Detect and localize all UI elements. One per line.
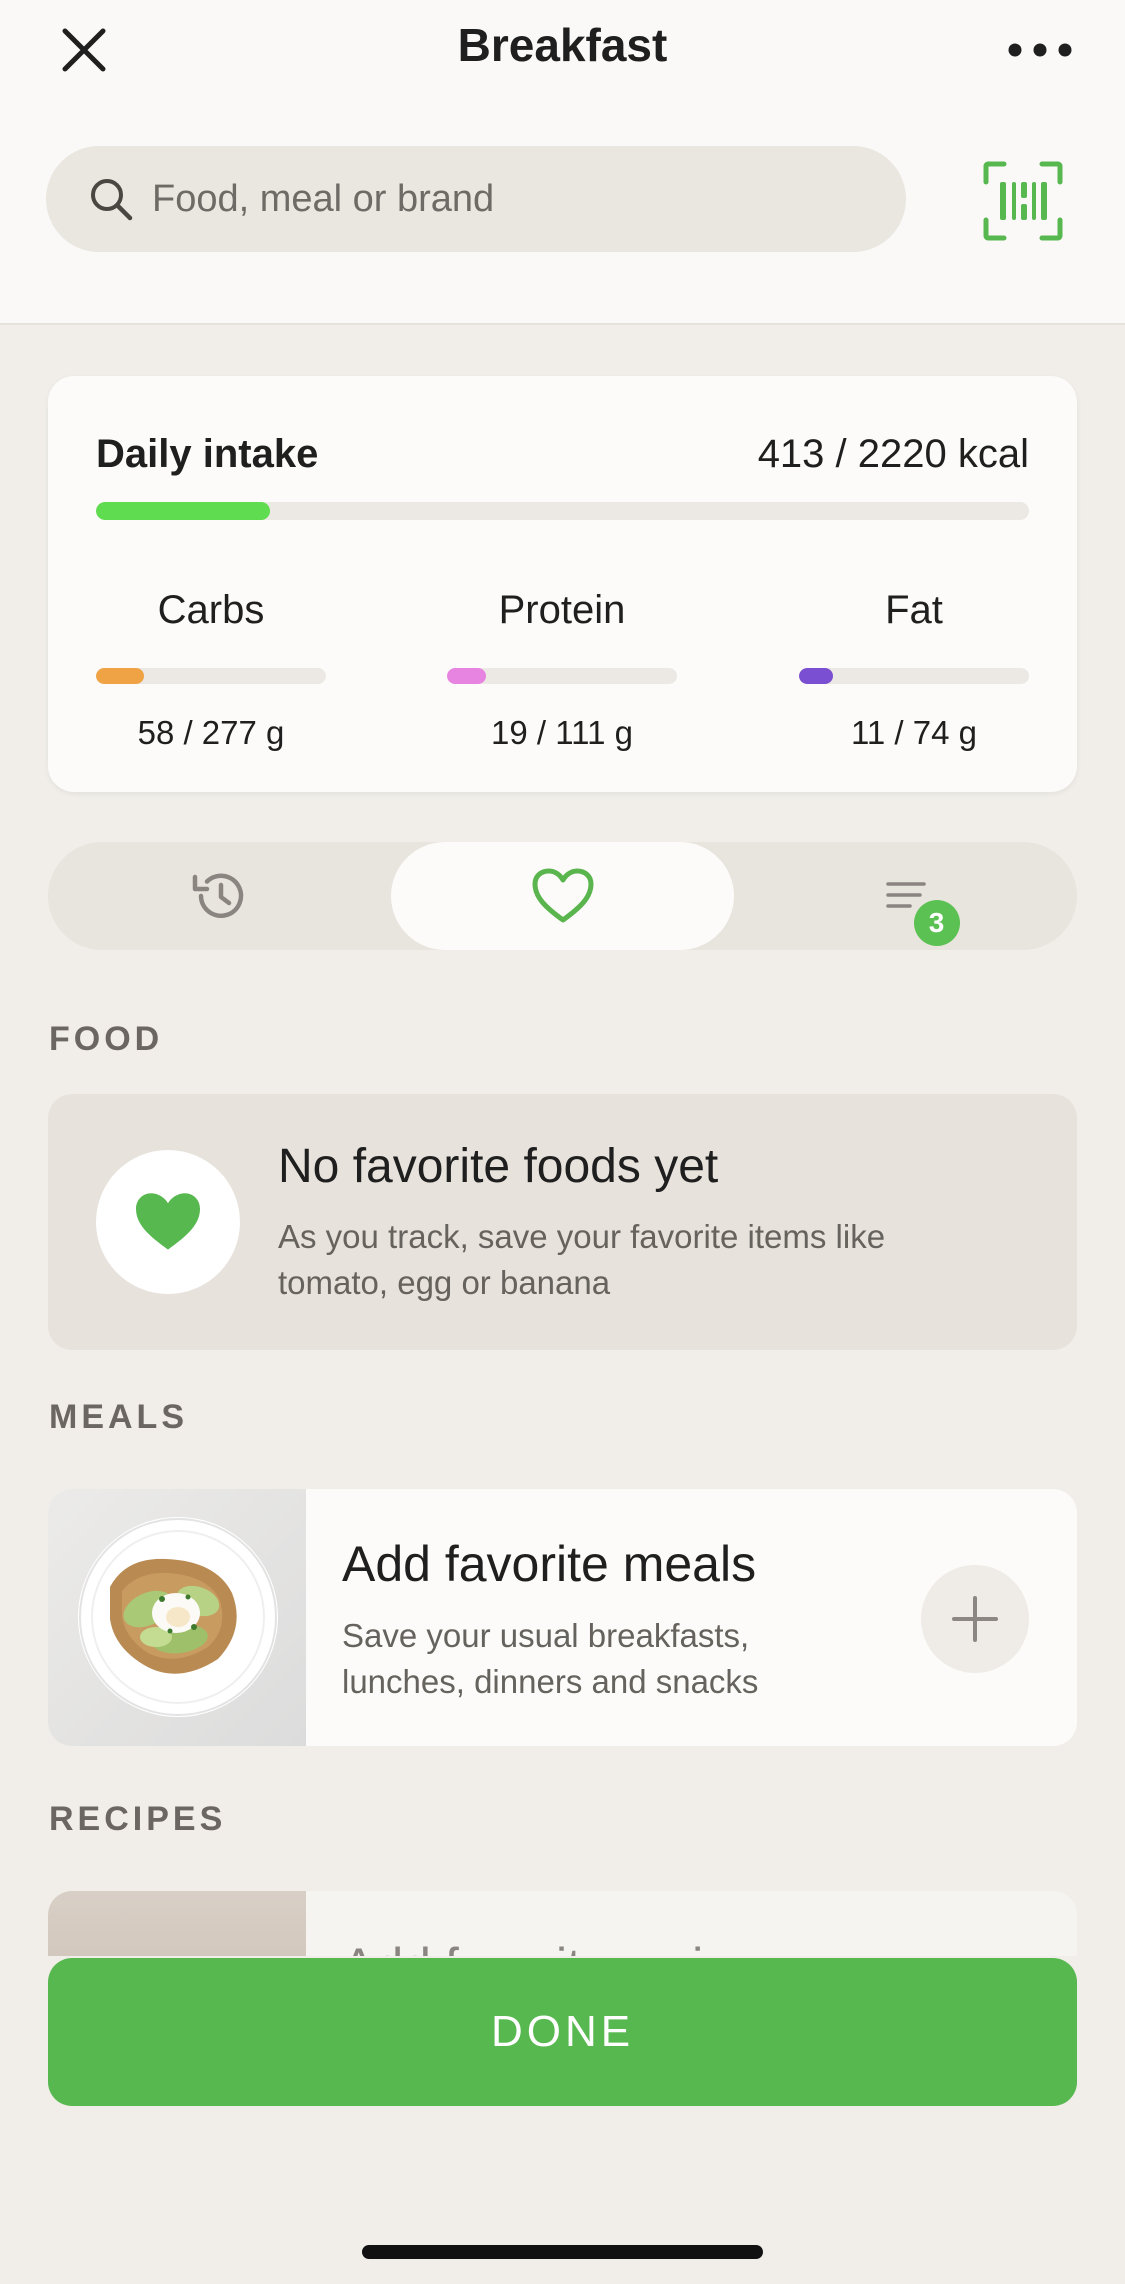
home-indicator — [362, 2245, 763, 2259]
heart-outline-icon — [532, 868, 593, 923]
macro-progress — [447, 668, 677, 684]
macro-progress-fill — [96, 668, 145, 684]
macro-progress-fill — [447, 668, 487, 684]
history-icon — [192, 873, 243, 918]
food-empty-title: No favorite foods yet — [278, 1140, 719, 1193]
barcode-scan-icon — [983, 161, 1063, 241]
search-icon — [91, 179, 133, 221]
macro-progress — [799, 668, 1029, 684]
tab-favorites[interactable] — [391, 842, 734, 950]
tab-history[interactable] — [48, 842, 391, 950]
top-bar: Breakfast — [0, 0, 1125, 325]
page-title: Breakfast — [457, 19, 668, 71]
tab-lists[interactable]: 3 — [734, 842, 1077, 950]
daily-intake-kcal: 413 / 2220 kcal — [757, 432, 1029, 476]
food-empty-subtitle-line1: As you track, save your favorite items l… — [278, 1218, 886, 1255]
list-icon-wrap: 3 — [856, 856, 960, 946]
macro-progress — [96, 668, 326, 684]
meals-card-title: Add favorite meals — [342, 1536, 757, 1592]
add-favorite-meals-card[interactable]: Add favorite meals Save your usual break… — [48, 1489, 1077, 1746]
done-button[interactable]: DONE — [48, 1958, 1077, 2106]
section-label-meals: MEALS — [49, 1398, 188, 1436]
daily-intake-progress-fill — [96, 502, 270, 520]
meals-card-subtitle-line2: lunches, dinners and snacks — [342, 1663, 759, 1700]
macro-fat: Fat 11 / 74 g — [799, 586, 1029, 752]
heart-badge — [96, 1150, 240, 1294]
macro-progress-fill — [799, 668, 834, 684]
food-empty-subtitle-line2: tomato, egg or banana — [278, 1264, 611, 1301]
barcode-scan-button[interactable] — [978, 156, 1068, 246]
plus-icon — [952, 1596, 998, 1642]
search-bar[interactable] — [46, 146, 906, 252]
more-options-button[interactable] — [995, 14, 1085, 86]
daily-intake-progress — [96, 502, 1029, 520]
food-empty-state-card: No favorite foods yet As you track, save… — [48, 1094, 1077, 1350]
macro-name: Carbs — [157, 588, 265, 632]
macro-name: Fat — [885, 588, 943, 632]
add-meal-button[interactable] — [921, 1565, 1029, 1673]
macro-amount: 11 / 74 g — [851, 714, 977, 751]
macro-protein: Protein 19 / 111 g — [447, 586, 677, 752]
macro-carbs: Carbs 58 / 277 g — [96, 586, 326, 752]
avocado-toast-image — [48, 1489, 306, 1746]
lists-count-badge: 3 — [913, 900, 960, 946]
section-label-recipes: RECIPES — [49, 1800, 227, 1838]
favorites-segment-control: 3 — [48, 842, 1077, 950]
search-input[interactable] — [152, 177, 852, 221]
heart-filled-icon — [136, 1193, 200, 1250]
macro-name: Protein — [498, 588, 626, 632]
macro-amount: 19 / 111 g — [491, 714, 633, 751]
meals-card-subtitle-line1: Save your usual breakfasts, — [342, 1617, 750, 1654]
daily-intake-card: Daily intake 413 / 2220 kcal Carbs 58 / … — [48, 376, 1077, 792]
daily-intake-title: Daily intake — [96, 432, 319, 476]
more-horizontal-icon — [1008, 43, 1072, 57]
macro-amount: 58 / 277 g — [137, 714, 285, 751]
section-label-food: FOOD — [49, 1020, 164, 1058]
